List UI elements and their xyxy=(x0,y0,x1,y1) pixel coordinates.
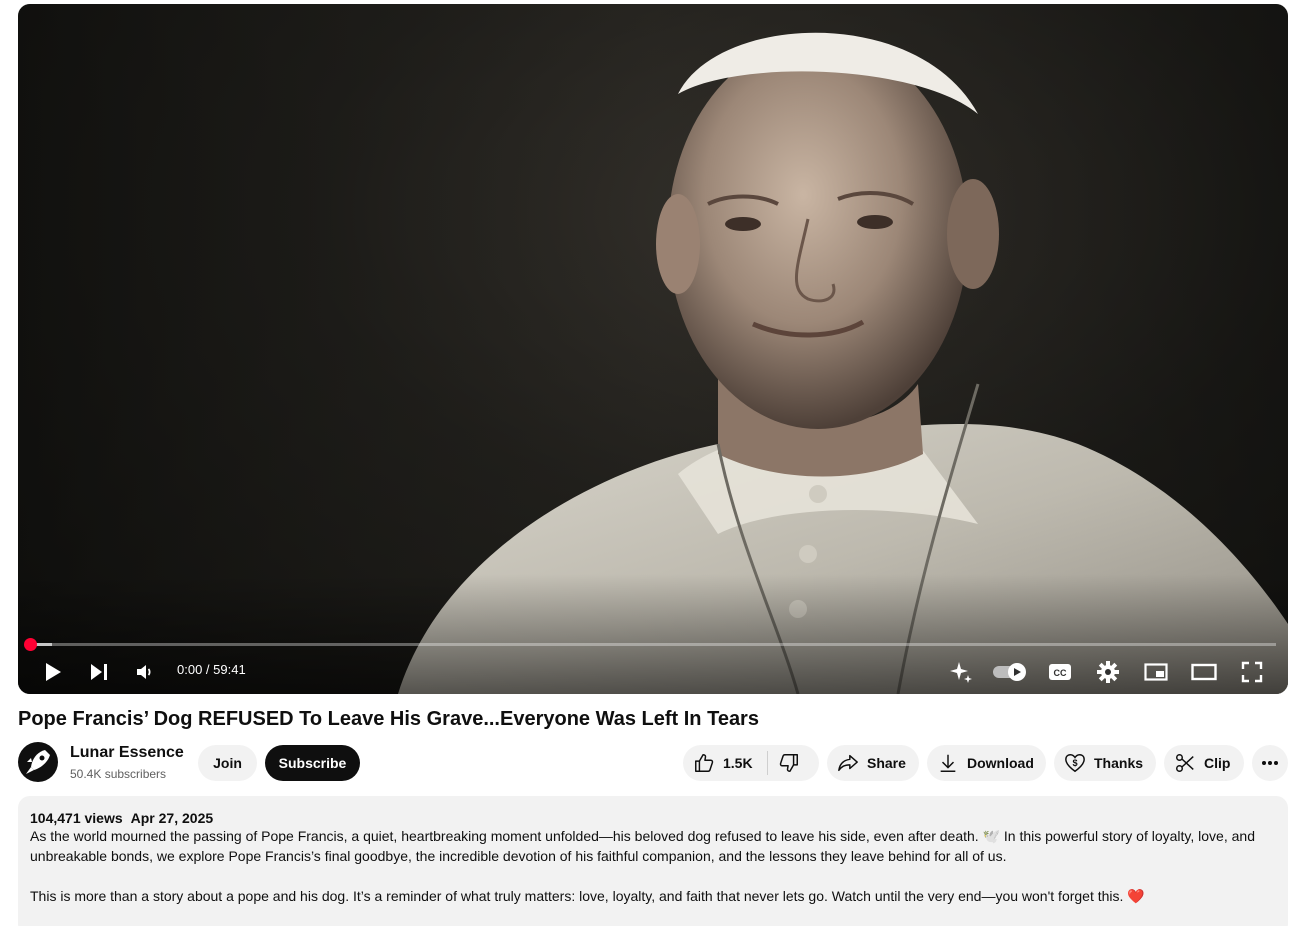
miniplayer-icon xyxy=(1144,663,1168,681)
scissors-icon xyxy=(1174,752,1196,774)
clip-button[interactable]: Clip xyxy=(1164,745,1244,781)
video-title: Pope Francis’ Dog REFUSED To Leave His G… xyxy=(18,708,759,730)
clip-label: Clip xyxy=(1204,755,1231,771)
autoplay-toggle[interactable] xyxy=(990,654,1030,690)
like-divider xyxy=(766,751,768,775)
thanks-label: Thanks xyxy=(1094,755,1144,771)
time-display: 0:00 / 59:41 xyxy=(177,662,246,677)
download-button[interactable]: Download xyxy=(927,745,1046,781)
heart-dollar-icon: $ xyxy=(1064,752,1086,774)
ambient-button[interactable] xyxy=(943,654,979,690)
thumbs-down-icon xyxy=(779,754,798,772)
channel-name[interactable]: Lunar Essence xyxy=(70,744,184,762)
share-icon xyxy=(837,752,859,774)
description-meta: 104,471 views Apr 27, 2025 xyxy=(30,810,1276,826)
progress-scrubber[interactable] xyxy=(24,638,37,651)
description-paragraph: This is more than a story about a pope a… xyxy=(30,888,1145,904)
share-label: Share xyxy=(867,755,906,771)
more-actions-button[interactable] xyxy=(1252,745,1288,781)
svg-text:CC: CC xyxy=(1054,668,1067,678)
description-box[interactable]: 104,471 views Apr 27, 2025 As the world m… xyxy=(18,796,1288,926)
like-count[interactable]: 1.5K xyxy=(723,755,753,771)
download-label: Download xyxy=(967,755,1034,771)
next-button[interactable] xyxy=(81,654,117,690)
view-count: 104,471 views xyxy=(30,810,123,826)
progress-bar[interactable] xyxy=(30,643,1276,646)
channel-avatar[interactable] xyxy=(18,742,58,782)
more-horizontal-icon xyxy=(1262,761,1278,765)
svg-text:$: $ xyxy=(1072,758,1077,768)
captions-button[interactable]: CC xyxy=(1042,654,1078,690)
miniplayer-button[interactable] xyxy=(1138,654,1174,690)
video-player[interactable]: 0:00 / 59:41 CC xyxy=(18,4,1288,694)
join-button[interactable]: Join xyxy=(198,745,257,781)
share-button[interactable]: Share xyxy=(827,745,919,781)
ambient-sparkle-icon xyxy=(950,662,972,683)
thumbs-up-icon xyxy=(695,754,714,772)
play-icon xyxy=(46,663,61,681)
fullscreen-icon xyxy=(1241,661,1263,683)
upload-date: Apr 27, 2025 xyxy=(130,810,214,826)
like-dislike-group: 1.5K xyxy=(683,745,819,781)
captions-icon: CC xyxy=(1049,664,1071,680)
theater-mode-button[interactable] xyxy=(1186,654,1222,690)
dislike-button[interactable] xyxy=(778,752,800,774)
volume-icon xyxy=(137,665,151,679)
subscriber-count: 50.4K subscribers xyxy=(70,767,167,781)
autoplay-toggle-icon xyxy=(993,663,1026,681)
theater-mode-icon xyxy=(1191,663,1217,681)
settings-icon xyxy=(1097,661,1119,683)
download-icon xyxy=(937,752,959,774)
next-icon xyxy=(91,664,107,680)
settings-button[interactable] xyxy=(1090,654,1126,690)
fullscreen-button[interactable] xyxy=(1234,654,1270,690)
like-button[interactable] xyxy=(693,752,715,774)
play-button[interactable] xyxy=(35,654,71,690)
rocket-logo-icon xyxy=(26,750,50,774)
subscribe-button[interactable]: Subscribe xyxy=(265,745,360,781)
description-paragraph: As the world mourned the passing of Pope… xyxy=(30,828,1255,864)
volume-button[interactable] xyxy=(127,654,163,690)
thanks-button[interactable]: $ Thanks xyxy=(1054,745,1156,781)
